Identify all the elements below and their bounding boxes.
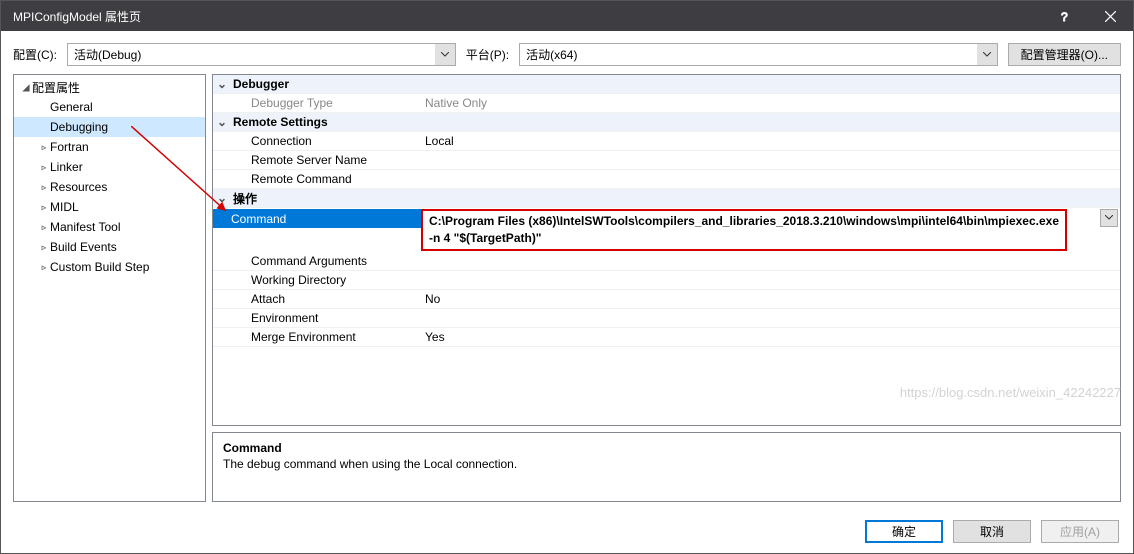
row-environment[interactable]: Environment [213,309,1120,328]
row-connection[interactable]: Connection Local [213,132,1120,151]
group-remote[interactable]: ⌄ Remote Settings [213,113,1120,132]
right-pane: ⌄ Debugger Debugger Type Native Only ⌄ R… [212,74,1121,502]
footer: 确定 取消 应用(A) [1,510,1133,553]
expand-icon[interactable]: ▹ [38,260,50,274]
prop-label: Merge Environment [231,330,421,344]
tree-item-resources[interactable]: ▹Resources [14,177,205,197]
group-operation[interactable]: ⌄ 操作 [213,189,1120,208]
tree-item-fortran[interactable]: ▹Fortran [14,137,205,157]
config-manager-button[interactable]: 配置管理器(O)... [1008,43,1121,66]
tree-item-debugging[interactable]: Debugging [14,117,205,137]
tree-item-label: Linker [50,160,83,174]
tree-item-manifest-tool[interactable]: ▹Manifest Tool [14,217,205,237]
collapse-icon[interactable]: ⌄ [213,115,231,129]
tree-item-label: MIDL [50,200,79,214]
command-highlight-box: C:\Program Files (x86)\IntelSWTools\comp… [421,209,1067,251]
prop-label: Working Directory [231,273,421,287]
command-value-wrap[interactable]: C:\Program Files (x86)\IntelSWTools\comp… [421,209,1120,251]
close-button[interactable] [1087,1,1133,31]
cancel-button[interactable]: 取消 [953,520,1031,543]
expand-icon[interactable]: ▹ [38,240,50,254]
expand-icon[interactable]: ▹ [38,160,50,174]
command-value-line2: -n 4 "$(TargetPath)" [429,230,1059,247]
row-remote-command[interactable]: Remote Command [213,170,1120,189]
prop-label: Remote Command [231,172,421,186]
svg-text:?: ? [1061,10,1068,22]
help-name: Command [223,441,1110,455]
window-title: MPIConfigModel 属性页 [13,8,1041,25]
tree[interactable]: ◢ 配置属性 GeneralDebugging▹Fortran▹Linker▹R… [13,74,206,502]
prop-value[interactable]: No [421,292,1120,306]
tree-root-label: 配置属性 [32,79,80,96]
platform-input[interactable] [519,43,998,66]
tree-item-label: Manifest Tool [50,220,120,234]
tree-item-label: Debugging [50,120,108,134]
help-panel: Command The debug command when using the… [212,432,1121,502]
ok-button[interactable]: 确定 [865,520,943,543]
property-grid[interactable]: ⌄ Debugger Debugger Type Native Only ⌄ R… [212,74,1121,426]
tree-item-midl[interactable]: ▹MIDL [14,197,205,217]
config-dropdown-button[interactable] [435,44,455,65]
apply-button[interactable]: 应用(A) [1041,520,1119,543]
config-input[interactable] [67,43,456,66]
help-desc: The debug command when using the Local c… [223,457,1110,471]
row-merge-env[interactable]: Merge Environment Yes [213,328,1120,347]
group-label: Debugger [231,77,421,91]
tree-item-general[interactable]: General [14,97,205,117]
row-working-dir[interactable]: Working Directory [213,271,1120,290]
watermark: https://blog.csdn.net/weixin_42242227 [900,385,1121,400]
platform-label: 平台(P): [466,46,509,63]
collapse-icon[interactable]: ⌄ [213,77,231,91]
titlebar: MPIConfigModel 属性页 ? [1,1,1133,31]
config-label: 配置(C): [13,46,57,63]
tree-item-linker[interactable]: ▹Linker [14,157,205,177]
row-command-args[interactable]: Command Arguments [213,252,1120,271]
chevron-down-icon [1105,215,1113,221]
prop-label: Debugger Type [231,96,421,110]
command-value-line1: C:\Program Files (x86)\IntelSWTools\comp… [429,213,1059,230]
chevron-down-icon [441,52,449,58]
row-attach[interactable]: Attach No [213,290,1120,309]
prop-value[interactable]: Local [421,134,1120,148]
tree-item-label: General [50,100,93,114]
tree-item-label: Build Events [50,240,117,254]
prop-label: Attach [231,292,421,306]
help-button[interactable]: ? [1041,1,1087,31]
collapse-icon[interactable]: ⌄ [213,191,231,205]
row-remote-server[interactable]: Remote Server Name [213,151,1120,170]
prop-label: Connection [231,134,421,148]
command-dropdown-button[interactable] [1100,209,1118,227]
prop-value[interactable]: Yes [421,330,1120,344]
platform-dropdown-button[interactable] [977,44,997,65]
prop-label: Command Arguments [231,254,421,268]
row-command[interactable]: Command C:\Program Files (x86)\IntelSWTo… [213,208,1120,252]
prop-value: Native Only [421,96,1120,110]
chevron-down-icon [983,52,991,58]
expand-icon[interactable]: ▹ [38,200,50,214]
body: ◢ 配置属性 GeneralDebugging▹Fortran▹Linker▹R… [1,74,1133,510]
expand-icon[interactable]: ▹ [38,180,50,194]
row-debugger-type[interactable]: Debugger Type Native Only [213,94,1120,113]
tree-item-label: Custom Build Step [50,260,149,274]
expand-icon[interactable]: ▹ [38,220,50,234]
prop-label: Environment [231,311,421,325]
group-label: 操作 [231,190,421,207]
collapse-icon[interactable]: ◢ [20,80,32,94]
prop-label: Remote Server Name [231,153,421,167]
tree-item-label: Fortran [50,140,89,154]
tree-item-build-events[interactable]: ▹Build Events [14,237,205,257]
tree-item-custom-build-step[interactable]: ▹Custom Build Step [14,257,205,277]
group-debugger[interactable]: ⌄ Debugger [213,75,1120,94]
group-label: Remote Settings [231,115,421,129]
config-combo[interactable] [67,43,456,66]
property-pages-window: MPIConfigModel 属性页 ? 配置(C): 平台(P): 配置管理器… [0,0,1134,554]
prop-label-selected: Command [212,209,421,228]
tree-item-label: Resources [50,180,107,194]
tree-root[interactable]: ◢ 配置属性 [14,77,205,97]
toolbar: 配置(C): 平台(P): 配置管理器(O)... [1,31,1133,74]
platform-combo[interactable] [519,43,998,66]
expand-icon[interactable]: ▹ [38,140,50,154]
